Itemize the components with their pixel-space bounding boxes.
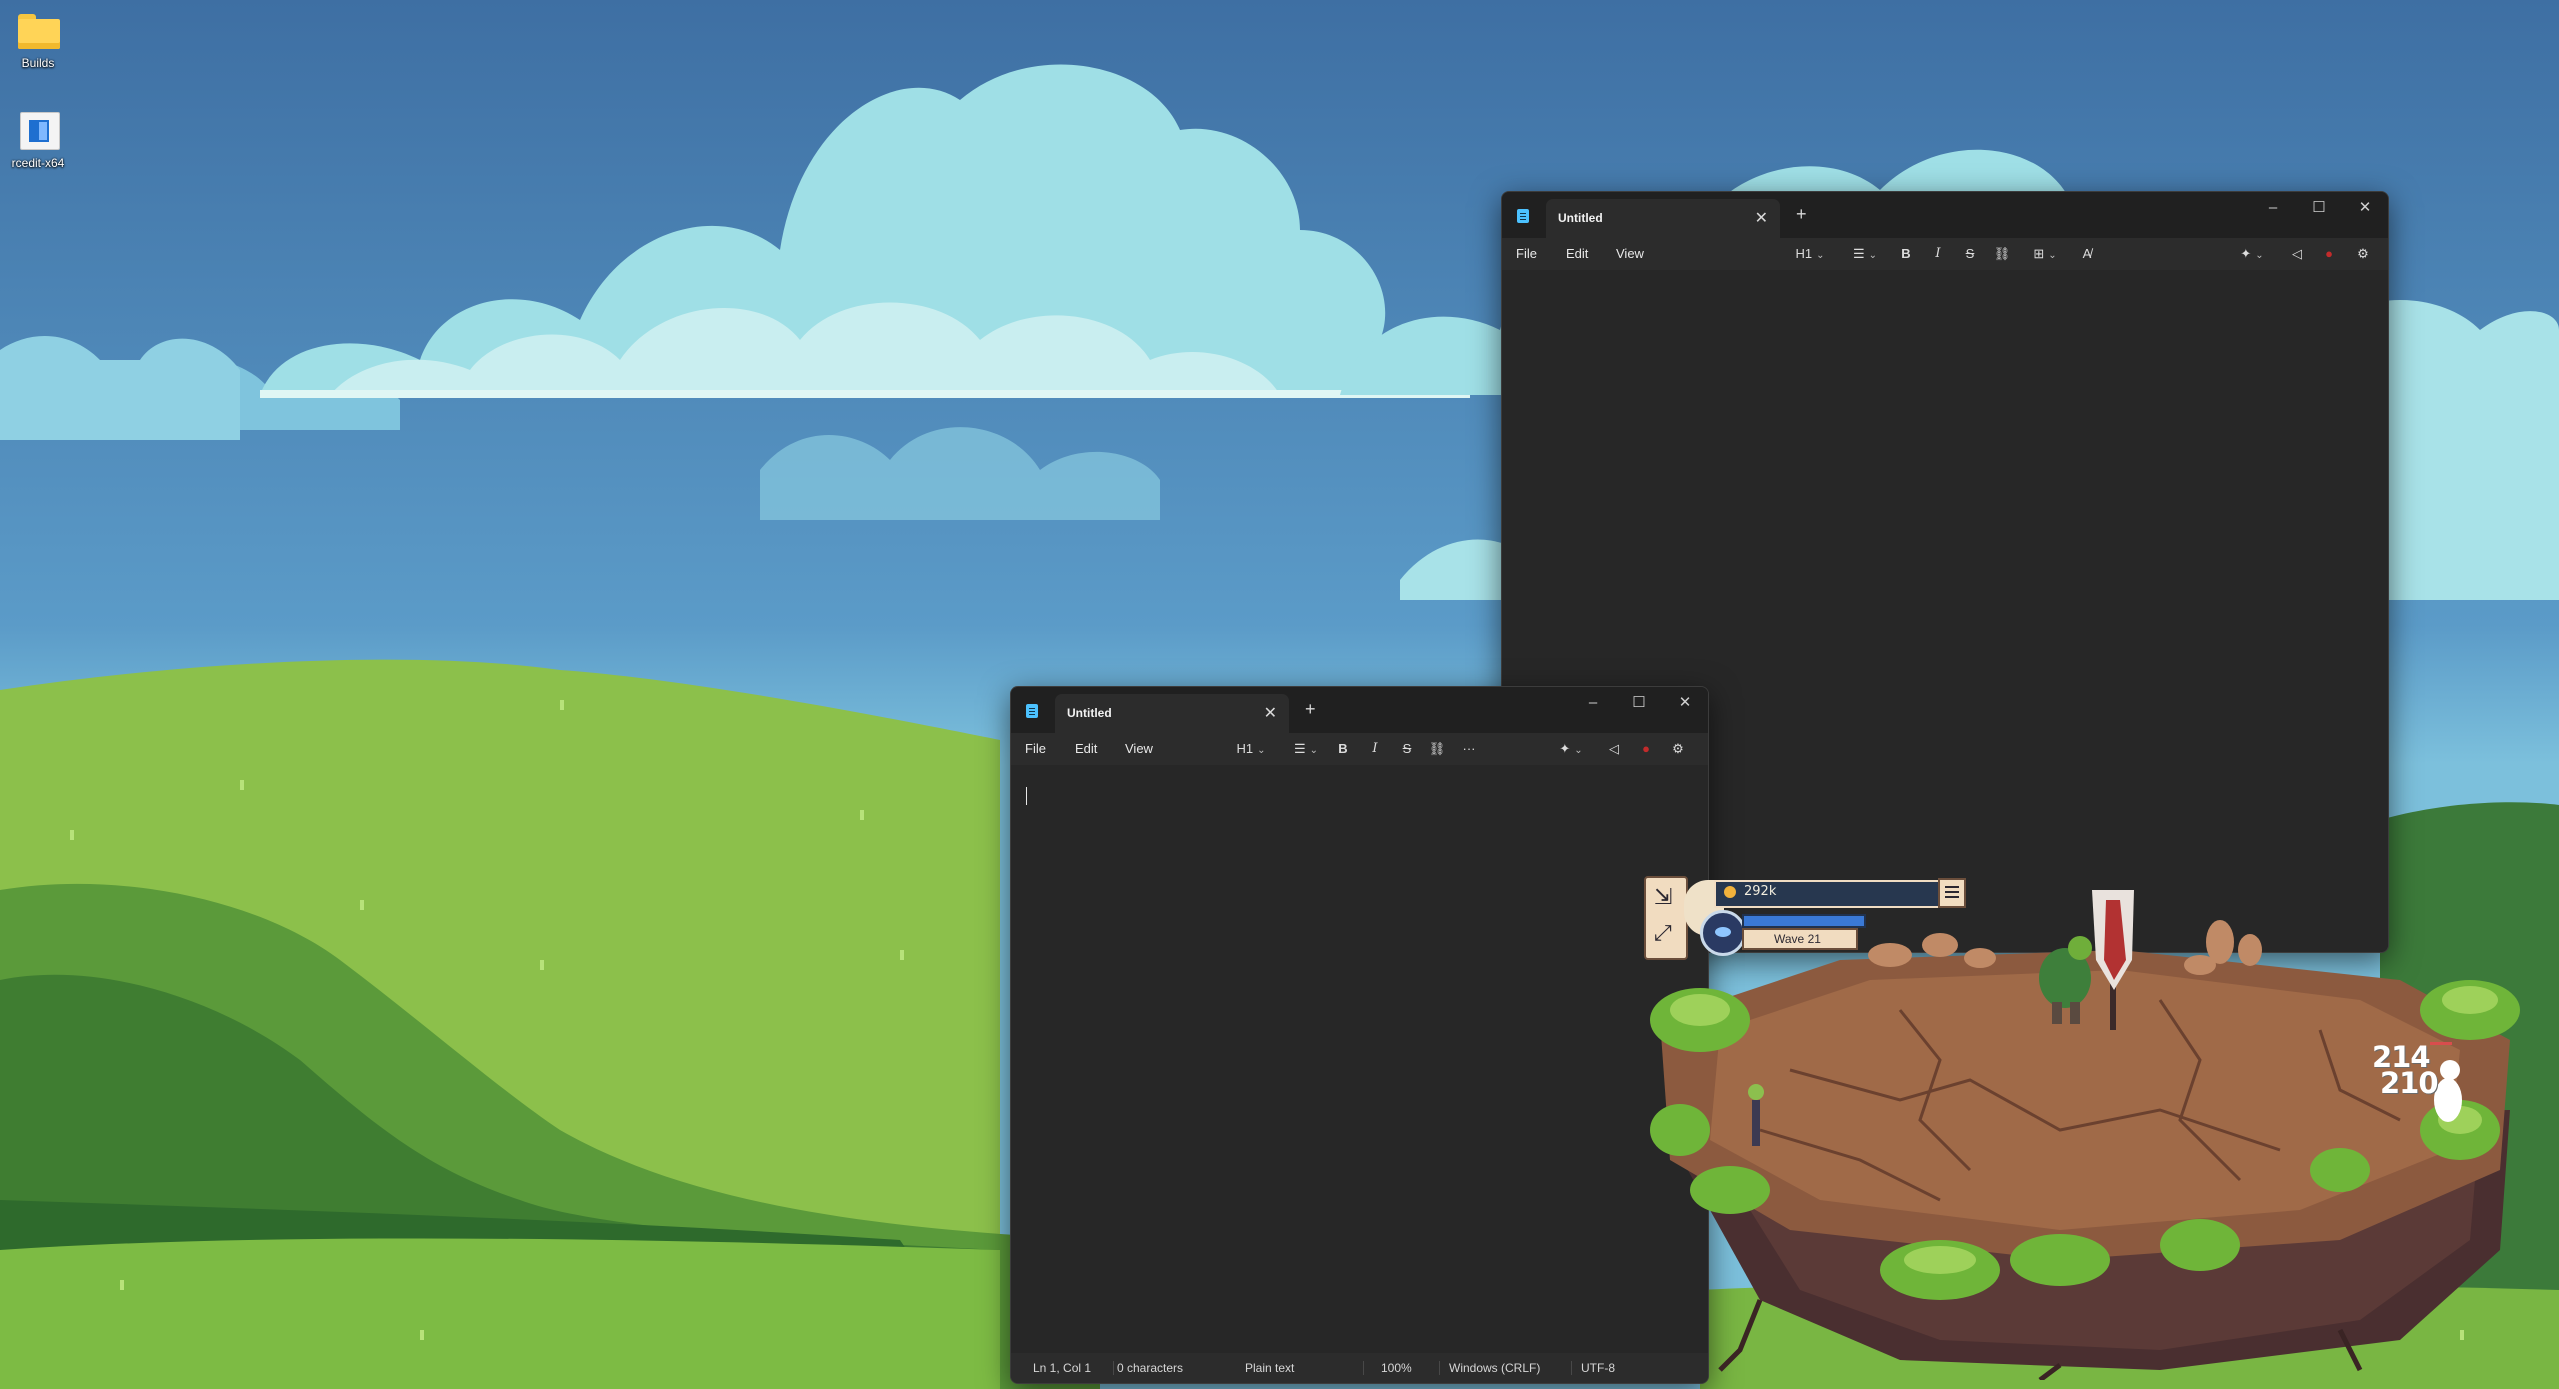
table-icon: ⊞ xyxy=(2033,246,2045,261)
menu-bar: File Edit View H1 ⌄ ☰ ⌄ B I S ⛓ ··· ✦ ⌄ ◁ ●… xyxy=(1011,733,1708,765)
copilot-dropdown[interactable]: ✦ ⌄ xyxy=(2232,244,2272,264)
italic-button[interactable]: I xyxy=(1365,739,1385,759)
title-bar[interactable]: Untitled ✕ + – ☐ ✕ xyxy=(1011,687,1708,733)
settings-gear-icon[interactable]: ⚙ xyxy=(2352,244,2374,264)
heading-label: H1 xyxy=(1795,246,1813,261)
editor-area[interactable] xyxy=(1011,765,1708,1353)
minimize-icon[interactable]: – xyxy=(2250,192,2296,224)
tab-untitled[interactable]: Untitled ✕ xyxy=(1546,199,1780,238)
record-icon[interactable]: ● xyxy=(2318,244,2340,264)
list-dropdown[interactable]: ☰ ⌄ xyxy=(1287,739,1325,759)
heading-dropdown[interactable]: H1 ⌄ xyxy=(1790,244,1830,264)
chevron-down-icon: ⌄ xyxy=(1816,250,1825,261)
bold-button[interactable]: B xyxy=(1333,739,1353,759)
status-cursor-position[interactable]: Ln 1, Col 1 xyxy=(1033,1361,1091,1375)
notepad-window-front[interactable]: Untitled ✕ + – ☐ ✕ File Edit View H1 ⌄ ☰ ⌄… xyxy=(1010,686,1709,1384)
tab-untitled[interactable]: Untitled ✕ xyxy=(1055,694,1289,733)
status-encoding[interactable]: UTF-8 xyxy=(1581,1361,1615,1375)
tab-close-icon[interactable]: ✕ xyxy=(1264,703,1277,723)
more-options-button[interactable]: ··· xyxy=(1457,739,1481,759)
italic-button[interactable]: I xyxy=(1928,244,1948,264)
status-zoom[interactable]: 100% xyxy=(1381,1361,1412,1375)
heading-dropdown[interactable]: H1 ⌄ xyxy=(1231,739,1271,759)
desktop-icon-rcedit[interactable]: rcedit-x64 xyxy=(0,110,76,170)
chevron-down-icon: ⌄ xyxy=(1257,745,1266,756)
new-tab-icon[interactable]: + xyxy=(1305,699,1316,720)
copilot-dropdown[interactable]: ✦ ⌄ xyxy=(1551,739,1591,759)
tab-title: Untitled xyxy=(1558,211,1603,225)
gold-coin-icon xyxy=(1724,886,1736,898)
gold-amount: 292k xyxy=(1744,884,1777,899)
status-divider xyxy=(1113,1361,1114,1375)
xp-progress-bar xyxy=(1742,914,1866,928)
record-icon[interactable]: ● xyxy=(1635,739,1657,759)
desktop-icon-label: Builds xyxy=(21,56,55,70)
announcement-icon[interactable]: ◁ xyxy=(2286,244,2308,264)
text-caret xyxy=(1026,787,1027,805)
table-dropdown[interactable]: ⊞ ⌄ xyxy=(2026,244,2064,264)
sparkle-icon: ✦ xyxy=(2240,246,2252,261)
heading-label: H1 xyxy=(1236,741,1254,756)
list-icon: ☰ xyxy=(1852,246,1865,261)
list-dropdown[interactable]: ☰ ⌄ xyxy=(1846,244,1884,264)
menu-view[interactable]: View xyxy=(1125,741,1153,756)
menu-edit[interactable]: Edit xyxy=(1075,741,1097,756)
game-hud: ⇲ ⤢ 292k Wave 21 xyxy=(1644,876,1966,960)
status-bar: Ln 1, Col 1 0 characters Plain text 100%… xyxy=(1011,1353,1708,1383)
status-divider xyxy=(1363,1361,1364,1375)
link-icon[interactable]: ⛓ xyxy=(1990,244,2014,264)
minimize-icon[interactable]: – xyxy=(1570,687,1616,719)
wave-label: Wave 21 xyxy=(1774,932,1821,946)
announcement-icon[interactable]: ◁ xyxy=(1603,739,1625,759)
maximize-icon[interactable]: ☐ xyxy=(1616,687,1662,719)
status-line-ending[interactable]: Windows (CRLF) xyxy=(1449,1361,1540,1375)
chevron-down-icon: ⌄ xyxy=(2255,250,2264,261)
clear-format-icon[interactable]: A̸ xyxy=(2076,244,2098,264)
status-divider xyxy=(1439,1361,1440,1375)
maximize-icon[interactable]: ☐ xyxy=(2296,192,2342,224)
settings-gear-icon[interactable]: ⚙ xyxy=(1667,739,1689,759)
eye-emblem-icon[interactable] xyxy=(1700,910,1746,956)
chevron-down-icon: ⌄ xyxy=(1868,250,1878,261)
title-bar[interactable]: Untitled ✕ + – ☐ ✕ xyxy=(1502,192,2388,238)
menu-bar: File Edit View H1 ⌄ ☰ ⌄ B I S ⛓ ⊞ ⌄ A̸ ✦ ⌄ ◁… xyxy=(1502,238,2388,270)
tab-title: Untitled xyxy=(1067,706,1112,720)
close-icon[interactable]: ✕ xyxy=(1662,687,1708,719)
executable-icon xyxy=(14,110,62,152)
strikethrough-button[interactable]: S xyxy=(1397,739,1417,759)
desktop-icon-builds[interactable]: Builds xyxy=(0,10,76,70)
notepad-app-icon xyxy=(1516,207,1530,223)
status-format[interactable]: Plain text xyxy=(1245,1361,1294,1375)
folder-icon xyxy=(14,10,62,52)
chevron-down-icon: ⌄ xyxy=(2048,250,2057,261)
list-icon: ☰ xyxy=(1293,741,1306,756)
close-icon[interactable]: ✕ xyxy=(2342,192,2388,224)
menu-file[interactable]: File xyxy=(1025,741,1046,756)
menu-view[interactable]: View xyxy=(1616,246,1644,261)
new-tab-icon[interactable]: + xyxy=(1796,204,1807,225)
link-icon[interactable]: ⛓ xyxy=(1425,739,1449,759)
notepad-app-icon xyxy=(1025,702,1039,718)
status-character-count: 0 characters xyxy=(1117,1361,1184,1375)
menu-edit[interactable]: Edit xyxy=(1566,246,1588,261)
chevron-down-icon: ⌄ xyxy=(1309,745,1319,756)
menu-file[interactable]: File xyxy=(1516,246,1537,261)
status-divider xyxy=(1571,1361,1572,1375)
expand-arrows-icon[interactable]: ⤢ xyxy=(1654,920,1672,946)
strikethrough-button[interactable]: S xyxy=(1960,244,1980,264)
damage-number: 210 xyxy=(2380,1066,2439,1100)
menu-list-icon[interactable] xyxy=(1938,878,1966,908)
chevron-down-icon: ⌄ xyxy=(1574,745,1583,756)
sparkle-icon: ✦ xyxy=(1559,741,1571,756)
exit-door-icon[interactable]: ⇲ xyxy=(1654,884,1672,910)
bold-button[interactable]: B xyxy=(1896,244,1916,264)
desktop-icon-label: rcedit-x64 xyxy=(11,156,65,170)
tab-close-icon[interactable]: ✕ xyxy=(1755,208,1768,228)
